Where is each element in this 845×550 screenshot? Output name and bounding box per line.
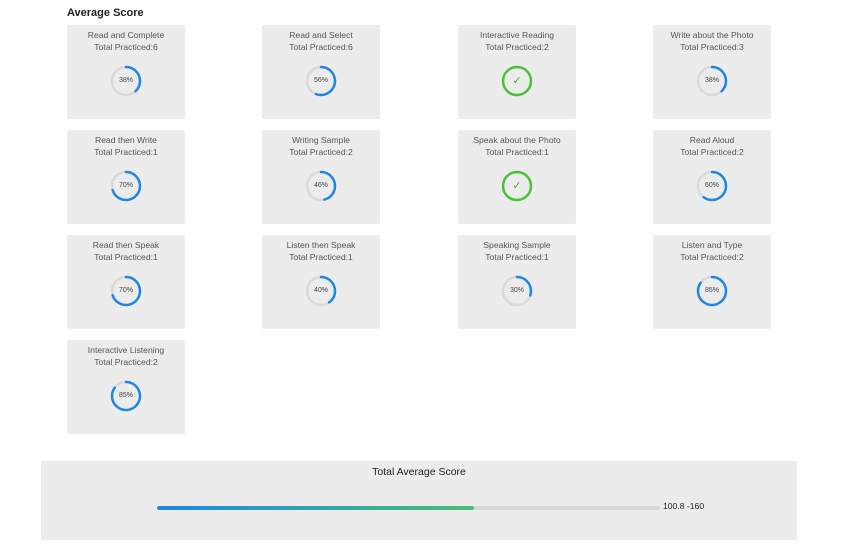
check-icon: ✓ xyxy=(512,180,522,192)
score-ring: 40% xyxy=(305,275,337,307)
score-ring: 46% xyxy=(305,170,337,202)
card-title: Read and Select xyxy=(289,30,353,40)
card-title: Speaking Sample xyxy=(483,240,551,250)
score-card[interactable]: Interactive Reading Total Practiced:2 ✓ xyxy=(458,25,576,119)
card-practice-count: Total Practiced:1 xyxy=(94,147,158,157)
score-ring: 60% xyxy=(696,170,728,202)
score-card[interactable]: Write about the Photo Total Practiced:3 38… xyxy=(653,25,771,119)
score-percent: 70% xyxy=(118,287,133,294)
score-percent: 38% xyxy=(704,77,719,84)
card-title: Speak about the Photo xyxy=(473,135,561,145)
card-practice-count: Total Practiced:6 xyxy=(94,42,158,52)
total-score-range: 100.8 -160 xyxy=(663,501,705,511)
card-title: Read Aloud xyxy=(689,135,735,145)
completed-ring: ✓ xyxy=(501,65,533,97)
card-practice-count: Total Practiced:3 xyxy=(680,42,744,52)
score-percent: 40% xyxy=(313,287,328,294)
score-ring: 85% xyxy=(696,275,728,307)
card-title: Interactive Listening xyxy=(87,345,165,355)
total-score-progress-bar xyxy=(157,506,660,510)
score-card[interactable]: Read Aloud Total Practiced:2 60% xyxy=(653,130,771,224)
check-icon: ✓ xyxy=(512,75,522,87)
card-practice-count: Total Practiced:2 xyxy=(680,147,744,157)
score-percent: 85% xyxy=(704,287,719,294)
card-practice-count: Total Practiced:1 xyxy=(94,252,158,262)
card-title: Write about the Photo xyxy=(670,30,754,40)
card-practice-count: Total Practiced:6 xyxy=(289,42,353,52)
score-card[interactable]: Read and Select Total Practiced:6 56% xyxy=(262,25,380,119)
score-card[interactable]: Read then Speak Total Practiced:1 70% xyxy=(67,235,185,329)
score-ring: 70% xyxy=(110,170,142,202)
score-percent: 56% xyxy=(313,77,328,84)
score-card[interactable]: Speak about the Photo Total Practiced:1 ✓ xyxy=(458,130,576,224)
card-title: Read then Write xyxy=(95,135,157,145)
score-percent: 85% xyxy=(118,392,133,399)
score-card[interactable]: Listen and Type Total Practiced:2 85% xyxy=(653,235,771,329)
total-average-title: Total Average Score xyxy=(372,466,466,478)
card-practice-count: Total Practiced:2 xyxy=(680,252,744,262)
score-card[interactable]: Listen then Speak Total Practiced:1 40% xyxy=(262,235,380,329)
score-ring: 85% xyxy=(110,380,142,412)
score-ring: 38% xyxy=(110,65,142,97)
score-ring: 56% xyxy=(305,65,337,97)
total-score-progress-fill xyxy=(157,506,474,510)
card-title: Read then Speak xyxy=(92,240,160,250)
completed-ring: ✓ xyxy=(501,170,533,202)
score-ring: 38% xyxy=(696,65,728,97)
card-practice-count: Total Practiced:2 xyxy=(289,147,353,157)
card-title: Listen and Type xyxy=(681,240,743,250)
score-percent: 46% xyxy=(313,182,328,189)
score-card[interactable]: Read then Write Total Practiced:1 70% xyxy=(67,130,185,224)
score-percent: 60% xyxy=(704,182,719,189)
card-title: Read and Complete xyxy=(87,30,165,40)
card-practice-count: Total Practiced:2 xyxy=(485,42,549,52)
score-card[interactable]: Speaking Sample Total Practiced:1 30% xyxy=(458,235,576,329)
score-percent: 70% xyxy=(118,182,133,189)
card-practice-count: Total Practiced:1 xyxy=(485,252,549,262)
score-ring: 70% xyxy=(110,275,142,307)
card-practice-count: Total Practiced:2 xyxy=(94,357,158,367)
card-title: Listen then Speak xyxy=(286,240,356,250)
card-practice-count: Total Practiced:1 xyxy=(289,252,353,262)
score-card[interactable]: Writing Sample Total Practiced:2 46% xyxy=(262,130,380,224)
score-card[interactable]: Read and Complete Total Practiced:6 38% xyxy=(67,25,185,119)
card-title: Writing Sample xyxy=(291,135,351,145)
score-card[interactable]: Interactive Listening Total Practiced:2 85… xyxy=(67,340,185,434)
total-average-panel: Total Average Score 100.8 -160 xyxy=(41,461,797,540)
card-title: Interactive Reading xyxy=(479,30,555,40)
score-percent: 38% xyxy=(118,77,133,84)
score-percent: 30% xyxy=(509,287,524,294)
card-practice-count: Total Practiced:1 xyxy=(485,147,549,157)
page-title: Average Score xyxy=(67,7,144,19)
score-ring: 30% xyxy=(501,275,533,307)
